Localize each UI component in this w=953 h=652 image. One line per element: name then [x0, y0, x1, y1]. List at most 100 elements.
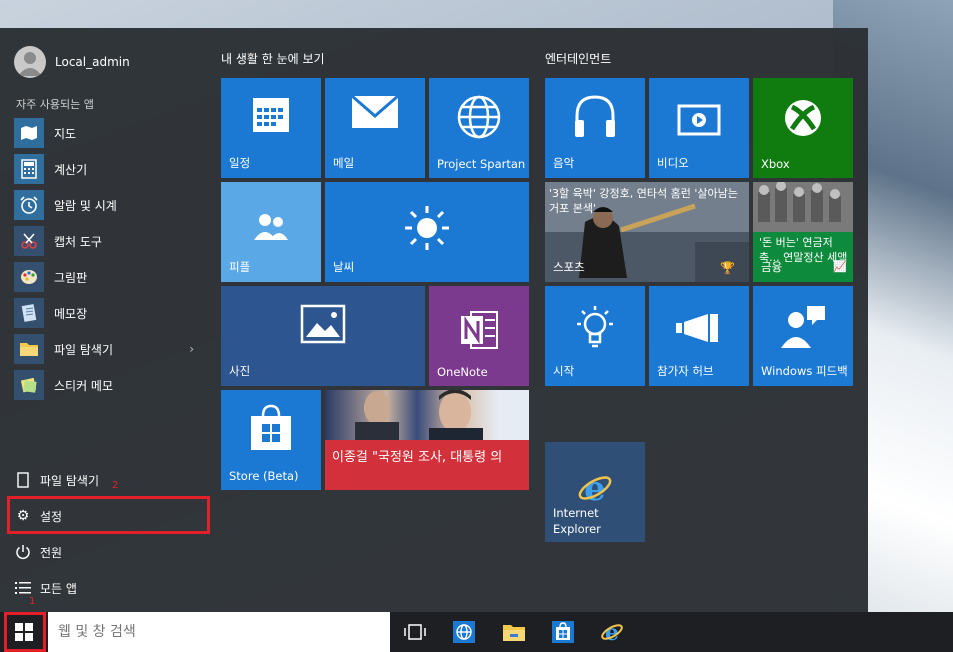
svg-text:e: e — [584, 470, 606, 506]
tile-photos[interactable]: 사진 — [221, 286, 425, 386]
tile-label: Store (Beta) — [229, 469, 299, 483]
tile-label: Project Spartan — [437, 157, 526, 171]
calculator-icon — [14, 154, 44, 184]
tile-label: 피플 — [229, 260, 251, 274]
tile-news[interactable]: 이종걸 "국정원 조사, 대통령 의 — [325, 390, 529, 490]
sticky-notes-icon — [14, 370, 44, 400]
tile-people[interactable]: 피플 — [221, 182, 321, 282]
app-label: 메모장 — [54, 306, 88, 321]
start-menu: Local_admin 자주 사용되는 앱 지도 계산기 알람 및 시계 캡처 … — [0, 28, 868, 612]
lightbulb-icon — [545, 304, 645, 352]
all-apps-label: 모든 앱 — [40, 581, 77, 596]
sun-icon — [325, 204, 529, 252]
chevron-right-icon[interactable]: › — [189, 342, 194, 356]
sports-headline: '3할 육박' 강정호, 연타석 홈런 '살아남는 거포 본색' — [549, 187, 738, 215]
svg-text:e: e — [605, 620, 619, 644]
file-explorer-link[interactable]: 파일 탐색기 — [14, 462, 204, 498]
tile-label: 비디오 — [657, 156, 689, 170]
tile-label: 날씨 — [333, 260, 355, 274]
file-explorer-label: 파일 탐색기 — [40, 473, 100, 488]
tile-label-line2: Explorer — [553, 522, 601, 536]
money-photo — [753, 182, 853, 232]
spartan-browser-icon[interactable] — [450, 618, 478, 646]
tile-label-line1: Internet — [553, 506, 599, 520]
feedback-icon — [753, 304, 853, 350]
app-label: 캡처 도구 — [54, 234, 102, 249]
file-explorer-icon — [14, 334, 44, 364]
app-item-calculator[interactable]: 계산기 — [14, 151, 204, 187]
task-view-icon[interactable] — [401, 618, 429, 646]
app-label: 파일 탐색기 — [54, 342, 114, 357]
step-marker-2: 2 — [112, 480, 119, 491]
headphones-icon — [545, 92, 645, 140]
megaphone-icon — [649, 312, 749, 344]
tile-windows-feedback[interactable]: Windows 피드백 — [753, 286, 853, 386]
onenote-icon — [429, 308, 529, 352]
start-left-pane: Local_admin 자주 사용되는 앱 지도 계산기 알람 및 시계 캡처 … — [0, 28, 212, 612]
tile-label: 사진 — [229, 364, 251, 378]
store-taskbar-icon[interactable] — [549, 618, 577, 646]
frequent-apps-list: 지도 계산기 알람 및 시계 캡처 도구 그림판 메모장 파일 탐색기 › 스티… — [14, 115, 204, 403]
tile-label: 참가자 허브 — [657, 364, 714, 378]
app-label: 계산기 — [54, 162, 88, 177]
app-label: 스티커 메모 — [54, 378, 114, 393]
tile-label: Xbox — [761, 157, 790, 171]
tile-mail[interactable]: 메일 — [325, 78, 425, 178]
frequent-apps-heading: 자주 사용되는 앱 — [16, 98, 94, 111]
group-title-entertainment[interactable]: 엔터테인먼트 — [545, 50, 611, 67]
paint-icon — [14, 262, 44, 292]
app-label: 그림판 — [54, 270, 88, 285]
search-input[interactable] — [58, 624, 378, 640]
group-title-life[interactable]: 내 생활 한 눈에 보기 — [221, 50, 325, 67]
news-headline: 이종걸 "국정원 조사, 대통령 의 — [332, 450, 503, 465]
internet-explorer-icon: e — [545, 470, 645, 506]
people-icon — [221, 212, 321, 242]
xbox-icon — [753, 98, 853, 138]
tile-label: Windows 피드백 — [761, 364, 848, 378]
app-label: 지도 — [54, 126, 77, 141]
app-label: 알람 및 시계 — [54, 198, 117, 213]
tile-weather[interactable]: 날씨 — [325, 182, 529, 282]
file-explorer-taskbar-icon[interactable] — [500, 618, 528, 646]
tile-xbox[interactable]: Xbox — [753, 78, 853, 178]
avatar — [14, 46, 46, 78]
calendar-icon — [221, 94, 321, 134]
step-marker-1: 1 — [29, 596, 36, 607]
power-icon — [14, 543, 32, 561]
start-highlight — [4, 612, 46, 652]
internet-explorer-taskbar-icon[interactable]: e — [598, 618, 626, 646]
search-box[interactable] — [48, 612, 390, 652]
app-item-notepad[interactable]: 메모장 — [14, 295, 204, 331]
tile-label: 일정 — [229, 156, 251, 170]
tile-music[interactable]: 음악 — [545, 78, 645, 178]
user-account[interactable]: Local_admin — [14, 46, 130, 78]
settings-highlight — [7, 496, 210, 534]
app-item-paint[interactable]: 그림판 — [14, 259, 204, 295]
tile-label: OneNote — [437, 365, 488, 379]
power-link[interactable]: 전원 — [14, 534, 204, 570]
app-item-snipping[interactable]: 캡처 도구 — [14, 223, 204, 259]
tile-label: 음악 — [553, 156, 575, 170]
app-item-sticky-notes[interactable]: 스티커 메모 — [14, 367, 204, 403]
alarm-clock-icon — [14, 190, 44, 220]
trophy-icon: 🏆 — [720, 261, 735, 275]
mail-icon — [325, 94, 425, 130]
photo-icon — [221, 304, 425, 344]
all-apps-link[interactable]: 모든 앱 — [14, 576, 77, 600]
tile-onenote[interactable]: OneNote — [429, 286, 529, 386]
tile-get-started[interactable]: 시작 — [545, 286, 645, 386]
tile-project-spartan[interactable]: Project Spartan — [429, 78, 529, 178]
tile-calendar[interactable]: 일정 — [221, 78, 321, 178]
tile-store[interactable]: Store (Beta) — [221, 390, 321, 490]
tile-internet-explorer[interactable]: e Internet Explorer — [545, 442, 645, 542]
tile-insider-hub[interactable]: 참가자 허브 — [649, 286, 749, 386]
news-photo — [325, 390, 529, 440]
tile-money[interactable]: '돈 버는' 연금저축... 연말정산 세액공제 금융 📈 — [753, 182, 853, 282]
tile-video[interactable]: 비디오 — [649, 78, 749, 178]
maps-icon — [14, 118, 44, 148]
tile-sports[interactable]: '3할 육박' 강정호, 연타석 홈런 '살아남는 거포 본색' 스포츠 🏆 — [545, 182, 749, 282]
app-item-maps[interactable]: 지도 — [14, 115, 204, 151]
app-item-file-explorer[interactable]: 파일 탐색기 › — [14, 331, 204, 367]
app-item-alarms[interactable]: 알람 및 시계 — [14, 187, 204, 223]
tile-label: 스포츠 — [553, 260, 585, 274]
